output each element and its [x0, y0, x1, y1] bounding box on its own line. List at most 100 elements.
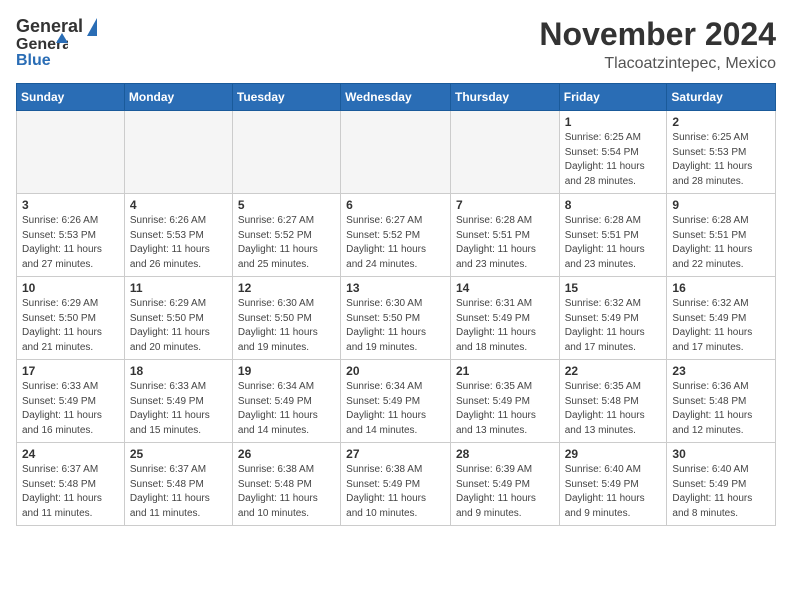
- calendar-day-cell: 15 Sunrise: 6:32 AMSunset: 5:49 PMDayligh…: [559, 277, 667, 360]
- day-number: 5: [238, 198, 335, 212]
- calendar-week-row: 1 Sunrise: 6:25 AMSunset: 5:54 PMDaylight…: [17, 111, 776, 194]
- day-number: 23: [672, 364, 770, 378]
- calendar-day-cell: 9 Sunrise: 6:28 AMSunset: 5:51 PMDaylight…: [667, 194, 776, 277]
- calendar-day-cell: 25 Sunrise: 6:37 AMSunset: 5:48 PMDayligh…: [124, 443, 232, 526]
- calendar-day-cell: 16 Sunrise: 6:32 AMSunset: 5:49 PMDayligh…: [667, 277, 776, 360]
- day-number: 15: [565, 281, 662, 295]
- calendar-day-cell: 1 Sunrise: 6:25 AMSunset: 5:54 PMDaylight…: [559, 111, 667, 194]
- calendar-week-row: 10 Sunrise: 6:29 AMSunset: 5:50 PMDayligh…: [17, 277, 776, 360]
- month-title: November 2024: [539, 16, 776, 53]
- calendar-table: SundayMondayTuesdayWednesdayThursdayFrid…: [16, 83, 776, 526]
- day-info: Sunrise: 6:34 AMSunset: 5:49 PMDaylight:…: [346, 380, 445, 438]
- calendar-day-cell: 8 Sunrise: 6:28 AMSunset: 5:51 PMDaylight…: [559, 194, 667, 277]
- day-number: 17: [22, 364, 119, 378]
- calendar-week-row: 3 Sunrise: 6:26 AMSunset: 5:53 PMDaylight…: [17, 194, 776, 277]
- calendar-day-header: Wednesday: [341, 84, 451, 111]
- day-info: Sunrise: 6:35 AMSunset: 5:48 PMDaylight:…: [565, 380, 662, 438]
- day-number: 8: [565, 198, 662, 212]
- day-number: 3: [22, 198, 119, 212]
- day-info: Sunrise: 6:33 AMSunset: 5:49 PMDaylight:…: [130, 380, 227, 438]
- calendar-day-cell: 22 Sunrise: 6:35 AMSunset: 5:48 PMDayligh…: [559, 360, 667, 443]
- day-number: 28: [456, 447, 554, 461]
- calendar-day-cell: 28 Sunrise: 6:39 AMSunset: 5:49 PMDayligh…: [450, 443, 559, 526]
- calendar-day-cell: 11 Sunrise: 6:29 AMSunset: 5:50 PMDayligh…: [124, 277, 232, 360]
- calendar-day-header: Sunday: [17, 84, 125, 111]
- day-info: Sunrise: 6:35 AMSunset: 5:49 PMDaylight:…: [456, 380, 554, 438]
- calendar-day-cell: 29Sunrise: 6:40 AMSunset: 5:49 PMDayligh…: [559, 443, 667, 526]
- day-info: Sunrise: 6:30 AMSunset: 5:50 PMDaylight:…: [238, 297, 335, 355]
- day-info: Sunrise: 6:27 AMSunset: 5:52 PMDaylight:…: [238, 214, 335, 272]
- calendar-day-header: Tuesday: [232, 84, 340, 111]
- calendar-day-header: Thursday: [450, 84, 559, 111]
- day-number: 2: [672, 115, 770, 129]
- calendar-day-header: Saturday: [667, 84, 776, 111]
- day-number: 18: [130, 364, 227, 378]
- day-info: Sunrise: 6:26 AMSunset: 5:53 PMDaylight:…: [22, 214, 119, 272]
- header: General General Blue November 2024 Tlaco…: [16, 16, 776, 73]
- day-number: 24: [22, 447, 119, 461]
- calendar-day-cell: 30 Sunrise: 6:40 AMSunset: 5:49 PMDayligh…: [667, 443, 776, 526]
- day-info: Sunrise: 6:26 AMSunset: 5:53 PMDaylight:…: [130, 214, 227, 272]
- day-number: 4: [130, 198, 227, 212]
- day-info: Sunrise: 6:33 AMSunset: 5:49 PMDaylight:…: [22, 380, 119, 438]
- day-info: Sunrise: 6:37 AMSunset: 5:48 PMDaylight:…: [130, 463, 227, 521]
- calendar-day-cell: [124, 111, 232, 194]
- calendar-day-cell: 5 Sunrise: 6:27 AMSunset: 5:52 PMDaylight…: [232, 194, 340, 277]
- logo-svg-icon: General Blue: [16, 33, 68, 69]
- day-number: 9: [672, 198, 770, 212]
- calendar-day-cell: 7Sunrise: 6:28 AMSunset: 5:51 PMDaylight…: [450, 194, 559, 277]
- calendar-day-cell: [17, 111, 125, 194]
- day-info: Sunrise: 6:40 AMSunset: 5:49 PMDaylight:…: [672, 463, 770, 521]
- day-number: 7: [456, 198, 554, 212]
- calendar-day-cell: 23 Sunrise: 6:36 AMSunset: 5:48 PMDayligh…: [667, 360, 776, 443]
- day-number: 10: [22, 281, 119, 295]
- calendar-day-cell: 2Sunrise: 6:25 AMSunset: 5:53 PMDaylight…: [667, 111, 776, 194]
- day-number: 1: [565, 115, 662, 129]
- day-info: Sunrise: 6:40 AMSunset: 5:49 PMDaylight:…: [565, 463, 662, 521]
- calendar-day-cell: 14 Sunrise: 6:31 AMSunset: 5:49 PMDayligh…: [450, 277, 559, 360]
- calendar-day-cell: 6 Sunrise: 6:27 AMSunset: 5:52 PMDaylight…: [341, 194, 451, 277]
- day-info: Sunrise: 6:39 AMSunset: 5:49 PMDaylight:…: [456, 463, 554, 521]
- day-info: Sunrise: 6:29 AMSunset: 5:50 PMDaylight:…: [22, 297, 119, 355]
- calendar-day-cell: [232, 111, 340, 194]
- day-info: Sunrise: 6:38 AMSunset: 5:49 PMDaylight:…: [346, 463, 445, 521]
- calendar-day-cell: 12Sunrise: 6:30 AMSunset: 5:50 PMDayligh…: [232, 277, 340, 360]
- day-number: 27: [346, 447, 445, 461]
- day-info: Sunrise: 6:28 AMSunset: 5:51 PMDaylight:…: [672, 214, 770, 272]
- day-number: 21: [456, 364, 554, 378]
- day-number: 11: [130, 281, 227, 295]
- day-info: Sunrise: 6:34 AMSunset: 5:49 PMDaylight:…: [238, 380, 335, 438]
- day-number: 6: [346, 198, 445, 212]
- calendar-day-cell: 26Sunrise: 6:38 AMSunset: 5:48 PMDayligh…: [232, 443, 340, 526]
- day-info: Sunrise: 6:25 AMSunset: 5:54 PMDaylight:…: [565, 131, 662, 189]
- day-number: 26: [238, 447, 335, 461]
- svg-text:Blue: Blue: [16, 52, 51, 69]
- day-info: Sunrise: 6:30 AMSunset: 5:50 PMDaylight:…: [346, 297, 445, 355]
- day-info: Sunrise: 6:32 AMSunset: 5:49 PMDaylight:…: [672, 297, 770, 355]
- day-number: 22: [565, 364, 662, 378]
- day-info: Sunrise: 6:27 AMSunset: 5:52 PMDaylight:…: [346, 214, 445, 272]
- calendar-day-cell: 20 Sunrise: 6:34 AMSunset: 5:49 PMDayligh…: [341, 360, 451, 443]
- day-number: 30: [672, 447, 770, 461]
- calendar-day-cell: [450, 111, 559, 194]
- day-number: 14: [456, 281, 554, 295]
- day-info: Sunrise: 6:36 AMSunset: 5:48 PMDaylight:…: [672, 380, 770, 438]
- day-info: Sunrise: 6:29 AMSunset: 5:50 PMDaylight:…: [130, 297, 227, 355]
- calendar-week-row: 17 Sunrise: 6:33 AMSunset: 5:49 PMDayligh…: [17, 360, 776, 443]
- logo-triangle-icon: [87, 18, 97, 36]
- calendar-day-cell: 24 Sunrise: 6:37 AMSunset: 5:48 PMDayligh…: [17, 443, 125, 526]
- calendar-day-cell: 27 Sunrise: 6:38 AMSunset: 5:49 PMDayligh…: [341, 443, 451, 526]
- calendar-header-row: SundayMondayTuesdayWednesdayThursdayFrid…: [17, 84, 776, 111]
- calendar-day-header: Monday: [124, 84, 232, 111]
- calendar-day-cell: 21 Sunrise: 6:35 AMSunset: 5:49 PMDayligh…: [450, 360, 559, 443]
- day-info: Sunrise: 6:37 AMSunset: 5:48 PMDaylight:…: [22, 463, 119, 521]
- day-number: 20: [346, 364, 445, 378]
- day-number: 25: [130, 447, 227, 461]
- calendar-day-cell: [341, 111, 451, 194]
- day-info: Sunrise: 6:32 AMSunset: 5:49 PMDaylight:…: [565, 297, 662, 355]
- day-info: Sunrise: 6:28 AMSunset: 5:51 PMDaylight:…: [565, 214, 662, 272]
- day-number: 16: [672, 281, 770, 295]
- calendar-day-header: Friday: [559, 84, 667, 111]
- calendar-day-cell: 4 Sunrise: 6:26 AMSunset: 5:53 PMDaylight…: [124, 194, 232, 277]
- day-info: Sunrise: 6:31 AMSunset: 5:49 PMDaylight:…: [456, 297, 554, 355]
